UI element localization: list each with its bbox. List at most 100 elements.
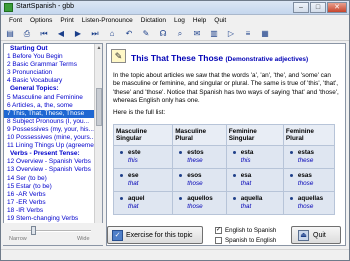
maximize-button[interactable]: □ xyxy=(310,2,326,13)
scroll-up-icon[interactable]: ▲ xyxy=(95,44,102,52)
menu-item-listen-pronounce[interactable]: Listen-Pronounce xyxy=(78,15,137,26)
spanish-word: esa xyxy=(240,172,252,179)
list-item[interactable]: 13 Overview - Spanish Verbs xyxy=(4,166,96,174)
menu-item-dictation[interactable]: Dictation xyxy=(137,15,170,26)
pencil-icon[interactable]: ✎ xyxy=(140,28,152,39)
english-to-spanish-option[interactable]: ✓ English to Spanish xyxy=(215,225,285,235)
close-button[interactable]: ✕ xyxy=(327,2,347,13)
english-word: this xyxy=(128,157,138,164)
notebook-icon[interactable]: ▦ xyxy=(259,28,271,39)
spanish-word: estas xyxy=(297,149,315,156)
chat-icon[interactable]: ✉ xyxy=(191,28,203,39)
home-icon[interactable]: ⌂ xyxy=(106,28,118,39)
quit-button-label: Quit xyxy=(313,231,326,239)
lesson-title-text: This That These Those xyxy=(131,53,224,63)
printer-icon[interactable]: ⎙ xyxy=(21,28,33,39)
english-word: that xyxy=(240,203,252,210)
last-icon[interactable]: ⏭ xyxy=(89,28,101,39)
list-item[interactable]: 2 Basic Grammar Terms xyxy=(4,61,96,69)
spanish-to-english-option[interactable]: Spanish to English xyxy=(215,235,285,245)
search-icon[interactable]: ⌕ xyxy=(174,28,186,39)
list-item[interactable]: 7 This, That, These, Those xyxy=(4,109,96,118)
table-cell: aquellas those xyxy=(283,192,334,214)
exercise-button-label: Exercise for this topic xyxy=(126,231,193,239)
demonstratives-table: Masculine Singular Masculine Plural Femini… xyxy=(113,124,335,215)
english-word: that xyxy=(240,180,252,187)
spanish-to-english-checkbox[interactable] xyxy=(215,236,222,244)
list-section-heading: General Topics: xyxy=(10,85,59,93)
menu-item-print[interactable]: Print xyxy=(56,15,77,26)
menu-item-font[interactable]: Font xyxy=(5,15,26,26)
list-item[interactable]: 8 Subject Pronouns (I, you... xyxy=(4,118,96,126)
list-item[interactable]: 5 Masculine and Feminine xyxy=(4,94,96,102)
list-item[interactable]: 18 -IR Verbs xyxy=(4,207,96,215)
list-item[interactable]: 4 Basic Vocabulary xyxy=(4,77,96,85)
first-icon[interactable]: ⏮ xyxy=(38,28,50,39)
exercise-button[interactable]: ✓ Exercise for this topic xyxy=(107,226,203,244)
spanish-word: esas xyxy=(297,172,312,179)
width-slider: Narrow Wide xyxy=(3,223,103,245)
english-word: those xyxy=(297,180,314,187)
list-item[interactable]: 14 Ser (to be) xyxy=(4,175,96,183)
list-item[interactable]: 17 -ER Verbs xyxy=(4,199,96,207)
table-header-row: Masculine Singular Masculine Plural Femini… xyxy=(114,125,334,145)
slider-icon[interactable]: ≡ xyxy=(242,28,254,39)
topic-list-pane: Starting Out 1 Before You Begin 2 Basic Gr… xyxy=(3,43,103,246)
word-pair: estos these xyxy=(175,149,224,165)
list-item[interactable]: 15 Estar (to be) xyxy=(4,183,96,191)
quit-button[interactable]: ⏏ Quit xyxy=(291,226,341,244)
word-pair: estas these xyxy=(286,149,332,165)
list-item[interactable]: 16 -AR Verbs xyxy=(4,191,96,199)
list-item[interactable]: 9 Possessives (my, your, his... xyxy=(4,126,96,134)
minimize-button[interactable]: – xyxy=(293,2,309,13)
spanish-word: ese xyxy=(128,172,139,179)
table-header: Masculine Plural xyxy=(173,125,226,145)
english-word: those xyxy=(297,203,314,210)
word-pair: esos those xyxy=(175,172,224,188)
next-icon[interactable]: ▶ xyxy=(72,28,84,39)
list-item[interactable]: 10 Possessives (mine, yours... xyxy=(4,134,96,142)
scroll-thumb[interactable] xyxy=(96,88,102,126)
table-cell: ese that xyxy=(114,169,173,191)
list-section-heading: Verbs - Present Tense: xyxy=(10,150,80,158)
table-cell: esas those xyxy=(283,169,334,191)
play-icon[interactable]: ▷ xyxy=(225,28,237,39)
headphones-icon[interactable]: ☊ xyxy=(157,28,169,39)
list-item[interactable]: 11 Lining Things Up (agreement) xyxy=(4,142,96,150)
slider-track[interactable] xyxy=(11,230,91,232)
table-cell: aquella that xyxy=(226,192,283,214)
table-header: Masculine Singular xyxy=(114,125,173,145)
book-icon[interactable]: ▥ xyxy=(208,28,220,39)
list-item[interactable]: 3 Pronunciation xyxy=(4,69,96,77)
list-item[interactable]: 19 Stem-changing Verbs xyxy=(4,215,96,223)
table-header: Feminine Plural xyxy=(283,125,334,145)
menu-item-options[interactable]: Options xyxy=(26,15,56,26)
bullet-icon xyxy=(179,151,183,154)
menu-item-help[interactable]: Help xyxy=(189,15,210,26)
prev-icon[interactable]: ◀ xyxy=(55,28,67,39)
list-intro: Here is the full list: xyxy=(113,109,166,116)
list-item[interactable]: 1 Before You Begin xyxy=(4,53,96,61)
window-title: StartSpanish - gbb xyxy=(16,3,74,10)
word-pair: este this xyxy=(116,149,170,165)
list-item[interactable]: 12 Overview - Spanish Verbs xyxy=(4,158,96,166)
direction-options: ✓ English to Spanish Spanish to English xyxy=(215,225,285,247)
word-pair: aquellas those xyxy=(286,195,332,211)
bullet-icon xyxy=(120,151,123,154)
english-word: these xyxy=(297,157,314,164)
ruler-icon[interactable]: ▤ xyxy=(4,28,16,39)
english-to-spanish-checkbox[interactable]: ✓ xyxy=(215,226,222,234)
topic-list-scrollbar[interactable]: ▲ ▼ xyxy=(94,44,102,245)
app-window: StartSpanish - gbb – □ ✕ Font Options Prin… xyxy=(0,0,350,261)
menu-item-log[interactable]: Log xyxy=(170,15,189,26)
toolbar: ▤ ⎙ ⏮ ◀ ▶ ⏭ ⌂ ↶ ✎ ☊ ⌕ ✉ ▥ ▷ ≡ ▦ xyxy=(1,26,349,41)
table-cell: aquellos those xyxy=(173,192,226,214)
slider-thumb[interactable] xyxy=(31,226,36,235)
bullet-icon xyxy=(289,197,293,200)
word-pair: esta this xyxy=(229,149,281,165)
lesson-subtitle: (Demonstrative adjectives) xyxy=(225,56,309,63)
back-icon[interactable]: ↶ xyxy=(123,28,135,39)
spanish-word: aquella xyxy=(240,195,263,202)
list-item[interactable]: 6 Articles, a, the, some xyxy=(4,102,96,110)
menu-item-quit[interactable]: Quit xyxy=(210,15,230,26)
